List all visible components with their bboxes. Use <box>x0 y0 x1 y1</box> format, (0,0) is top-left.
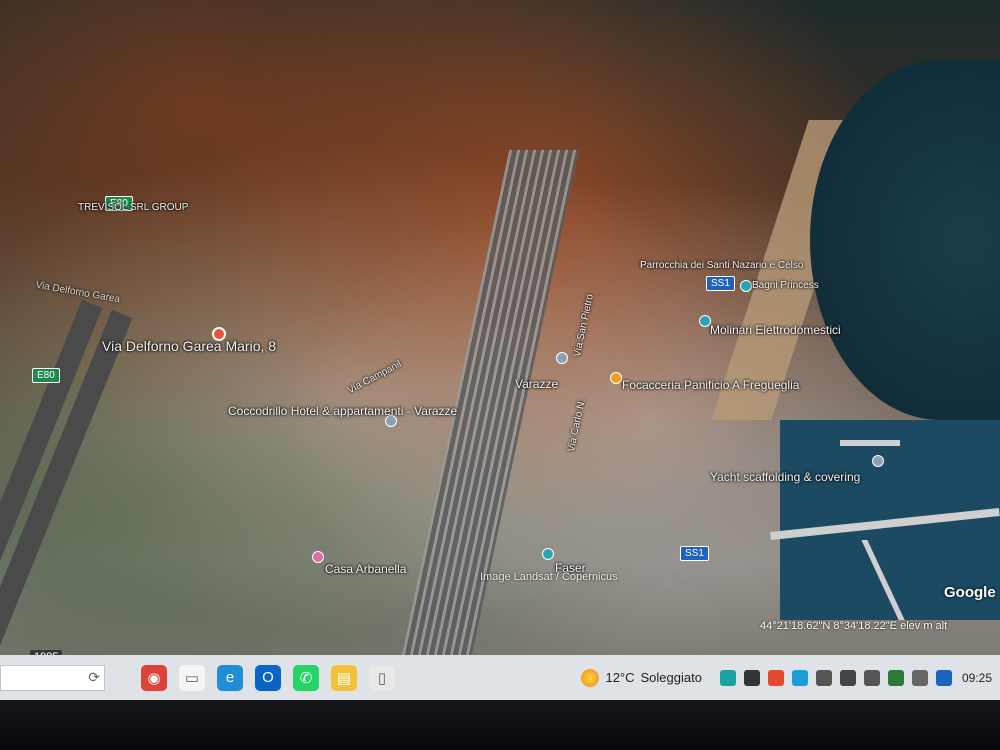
outlook-icon[interactable]: O <box>255 664 281 691</box>
clock[interactable]: 09:25 <box>962 671 992 685</box>
edge-tray-icon[interactable] <box>791 669 808 686</box>
office-tray-icon[interactable] <box>767 669 784 686</box>
pinned-apps: ◉ ▭ e O ✆ ▤ ▯ <box>135 664 401 691</box>
sun-icon <box>581 668 600 687</box>
route-shield: SS1 <box>680 546 709 561</box>
map-label: Via Campanil <box>345 358 404 397</box>
station-pin[interactable] <box>556 352 568 364</box>
map-label[interactable]: Molinari Elettrodomestici <box>710 323 841 337</box>
map-label[interactable]: Casa Arbanella <box>325 562 406 576</box>
place-pin[interactable] <box>312 551 324 563</box>
temperature: 12°C <box>605 670 635 685</box>
pier <box>840 440 900 446</box>
refresh-icon[interactable]: ⟳ <box>88 669 100 686</box>
bluetooth-icon[interactable] <box>935 669 952 686</box>
place-pin[interactable] <box>740 280 752 292</box>
taskbar: ⟳ ◉ ▭ e O ✆ ▤ ▯ 12°C Soleggiato 09:25 <box>0 655 1000 700</box>
notepad-icon[interactable]: ▭ <box>179 664 205 691</box>
map-label[interactable]: Coccodrillo Hotel & appartamenti - Varaz… <box>228 404 457 418</box>
coordinates-readout: 44°21'18.62"N 8°34'18.22"E elev m alt <box>760 620 948 632</box>
map-label[interactable]: Bagni Princess <box>752 280 819 291</box>
map-view[interactable]: E80 E80 SS1 SS1 TREVISOL SRL GROUP Via D… <box>0 0 1000 700</box>
route-shield: E80 <box>32 368 60 383</box>
keyboard-tray-icon[interactable] <box>863 669 880 686</box>
map-label[interactable]: Parrocchia dei Santi Nazario e Celso <box>640 260 803 271</box>
sync-tray-icon[interactable] <box>815 669 832 686</box>
route-shield: SS1 <box>706 276 735 291</box>
monitor-bezel <box>0 700 1000 750</box>
search-box[interactable]: ⟳ <box>0 664 105 691</box>
map-label[interactable]: Via Delforno Garea Mario, 8 <box>102 338 276 354</box>
document-icon[interactable]: ▯ <box>369 664 395 691</box>
map-label: Via Delforno Garea <box>34 279 121 306</box>
vpn-tray-icon[interactable] <box>743 669 760 686</box>
map-label: Via San Pietro <box>571 293 596 358</box>
place-pin[interactable] <box>610 372 622 384</box>
place-pin[interactable] <box>872 455 884 467</box>
imagery-attribution: Image Landsat / Copernicus <box>480 571 618 583</box>
whatsapp-icon[interactable]: ✆ <box>293 664 319 691</box>
sea <box>810 60 1000 420</box>
maps-tray-icon[interactable] <box>719 669 736 686</box>
display-tray-icon[interactable] <box>839 669 856 686</box>
file-explorer-icon[interactable]: ▤ <box>331 664 357 691</box>
map-label[interactable]: Yacht scaffolding & covering <box>710 470 860 484</box>
weather-condition: Soleggiato <box>640 670 702 685</box>
weather-widget[interactable]: 12°C Soleggiato <box>581 668 702 687</box>
map-label: Via Carlo N. <box>565 398 588 453</box>
map-label[interactable]: Focacceria Panificio A Fregueglia <box>622 378 799 392</box>
shield-icon[interactable] <box>887 669 904 686</box>
map-label[interactable]: Varazze <box>515 377 558 391</box>
system-tray: 12°C Soleggiato 09:25 <box>581 655 1000 700</box>
volume-icon[interactable] <box>911 669 928 686</box>
chrome-icon[interactable]: ◉ <box>141 664 167 691</box>
google-logo: Google <box>944 584 996 601</box>
map-label: TREVISOL SRL GROUP <box>78 202 189 213</box>
place-pin[interactable] <box>542 548 554 560</box>
edge-icon[interactable]: e <box>217 664 243 691</box>
